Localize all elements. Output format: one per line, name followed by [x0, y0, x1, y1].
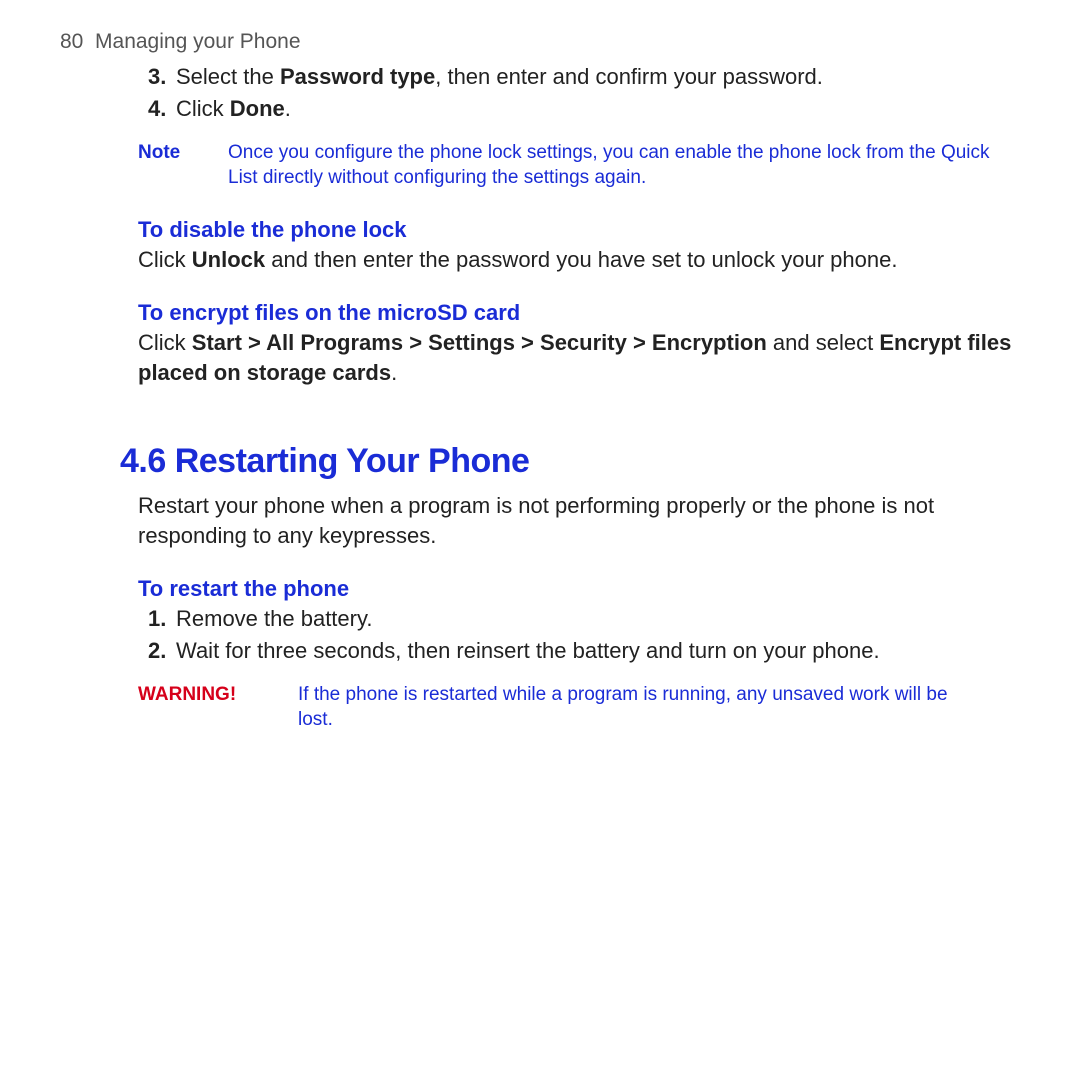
step-number: 2.: [148, 636, 176, 666]
manual-page: 80 Managing your Phone 3. Select the Pas…: [0, 0, 1080, 733]
subheading-encrypt: To encrypt files on the microSD card: [138, 300, 1020, 326]
step-number: 3.: [148, 62, 176, 92]
step-3: 3. Select the Password type, then enter …: [148, 62, 1020, 92]
step-text: Select the Password type, then enter and…: [176, 62, 1020, 92]
page-number: 80: [60, 30, 83, 53]
note-body: Once you configure the phone lock settin…: [228, 141, 1020, 190]
step-text: Remove the battery.: [176, 604, 1020, 634]
subheading-disable-lock: To disable the phone lock: [138, 217, 1020, 243]
subheading-restart: To restart the phone: [138, 576, 1020, 602]
note-label: Note: [138, 141, 228, 190]
step-text: Click Done.: [176, 94, 1020, 124]
step-number: 4.: [148, 94, 176, 124]
warning-body: If the phone is restarted while a progra…: [298, 682, 1020, 733]
section-4-6-heading: 4.6 Restarting Your Phone: [120, 442, 1020, 481]
warning-label: WARNING!: [138, 682, 298, 733]
encrypt-text: Click Start > All Programs > Settings > …: [138, 328, 1020, 387]
note-block: Note Once you configure the phone lock s…: [138, 141, 1020, 190]
page-header: 80 Managing your Phone: [60, 30, 1020, 54]
step-number: 1.: [148, 604, 176, 634]
step-text: Wait for three seconds, then reinsert th…: [176, 636, 1020, 666]
step-4: 4. Click Done.: [148, 94, 1020, 124]
disable-lock-text: Click Unlock and then enter the password…: [138, 245, 1020, 275]
warning-block: WARNING! If the phone is restarted while…: [138, 682, 1020, 733]
restart-step-2: 2. Wait for three seconds, then reinsert…: [148, 636, 1020, 666]
restart-step-1: 1. Remove the battery.: [148, 604, 1020, 634]
section-4-6-intro: Restart your phone when a program is not…: [138, 491, 1020, 550]
chapter-title: Managing your Phone: [95, 30, 300, 53]
